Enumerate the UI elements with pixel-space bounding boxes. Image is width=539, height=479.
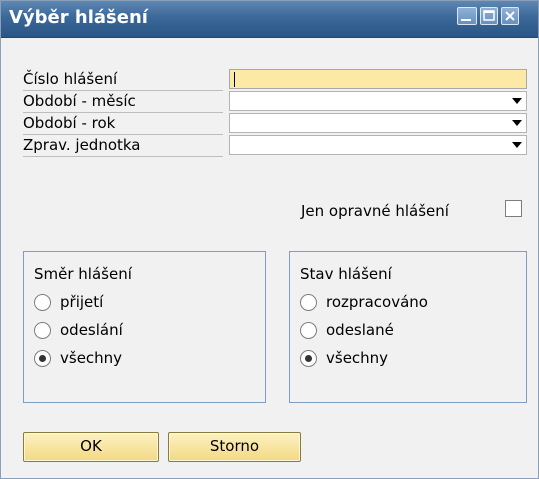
radio-button[interactable] bbox=[34, 294, 51, 311]
radio-button[interactable] bbox=[34, 322, 51, 339]
radio-label: odeslání bbox=[60, 321, 123, 339]
period-year-label: Období - rok bbox=[23, 113, 223, 135]
period-month-select[interactable] bbox=[229, 91, 527, 111]
window-title: Výběr hlášení bbox=[9, 7, 148, 28]
dropdown-arrow-icon[interactable] bbox=[512, 98, 522, 104]
radio-label: přijetí bbox=[60, 293, 104, 311]
corrective-only-label: Jen opravné hlášení bbox=[301, 202, 449, 220]
cancel-button[interactable]: Storno bbox=[168, 432, 301, 462]
radio-button-selected[interactable] bbox=[300, 350, 317, 367]
direction-group: Směr hlášení přijetí odeslání všechny bbox=[23, 251, 266, 403]
report-number-input[interactable] bbox=[229, 69, 527, 89]
period-year-select[interactable] bbox=[229, 113, 527, 133]
radio-label: všechny bbox=[60, 349, 123, 367]
radio-button[interactable] bbox=[300, 294, 317, 311]
radio-label: všechny bbox=[326, 349, 389, 367]
status-group-title: Stav hlášení bbox=[300, 265, 392, 283]
report-number-label: Číslo hlášení bbox=[23, 69, 223, 91]
dropdown-arrow-icon[interactable] bbox=[512, 142, 522, 148]
close-icon[interactable] bbox=[501, 7, 519, 25]
reporting-unit-select[interactable] bbox=[229, 135, 527, 155]
minimize-icon[interactable] bbox=[457, 7, 477, 25]
radio-button-selected[interactable] bbox=[34, 350, 51, 367]
dropdown-arrow-icon[interactable] bbox=[512, 120, 522, 126]
reporting-unit-label: Zprav. jednotka bbox=[23, 135, 223, 157]
corrective-only-checkbox[interactable] bbox=[505, 200, 522, 217]
maximize-icon[interactable] bbox=[480, 7, 498, 25]
status-group: Stav hlášení rozpracováno odeslané všech… bbox=[289, 251, 527, 403]
ok-button[interactable]: OK bbox=[23, 432, 159, 462]
direction-group-title: Směr hlášení bbox=[34, 265, 132, 283]
radio-label: odeslané bbox=[326, 321, 394, 339]
period-month-label: Období - měsíc bbox=[23, 91, 223, 113]
radio-label: rozpracováno bbox=[326, 293, 428, 311]
title-bar[interactable]: Výběr hlášení bbox=[1, 1, 538, 38]
radio-button[interactable] bbox=[300, 322, 317, 339]
dialog-window: Výběr hlášení Číslo hlášení Období - měs… bbox=[0, 0, 539, 479]
text-caret bbox=[234, 72, 235, 87]
